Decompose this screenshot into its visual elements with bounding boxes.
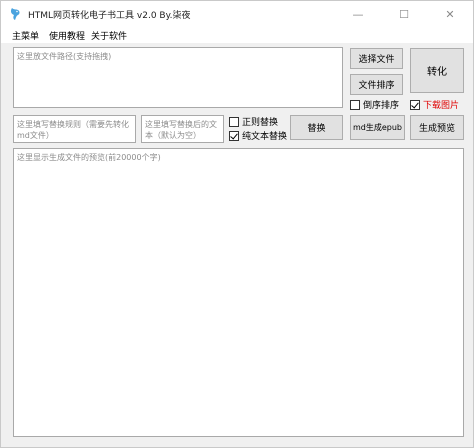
menu-about[interactable]: 关于软件 xyxy=(91,29,127,42)
reverse-sort-label: 倒序排序 xyxy=(363,101,400,111)
generate-preview-button[interactable]: 生成预览 xyxy=(410,115,464,140)
download-images-checkbox[interactable]: 下载图片 xyxy=(410,98,459,111)
regex-replace-checkbox[interactable]: 正则替换 xyxy=(229,115,278,128)
window-title: HTML网页转化电子书工具 v2.0 By.柒夜 xyxy=(28,11,191,21)
preview-placeholder: 这里显示生成文件的预览(前20000个字) xyxy=(17,153,161,162)
download-images-label: 下载图片 xyxy=(423,101,460,111)
menu-tutorial[interactable]: 使用教程 xyxy=(49,29,85,42)
replace-rule-input[interactable]: 这里填写替换规则（需要先转化 md文件） xyxy=(13,115,136,143)
regex-replace-label: 正则替换 xyxy=(242,118,279,128)
maximize-button[interactable]: ☐ xyxy=(381,1,427,27)
close-button[interactable]: ✕ xyxy=(427,1,473,27)
menu-bar: 主菜单 使用教程 关于软件 xyxy=(1,27,473,43)
file-path-placeholder: 这里放文件路径(支持拖拽) xyxy=(17,52,112,61)
regex-replace-box[interactable] xyxy=(229,116,239,127)
md-to-epub-button[interactable]: md生成epub xyxy=(350,115,405,140)
plain-text-replace-checkbox[interactable]: 纯文本替换 xyxy=(229,129,287,142)
app-bird-icon xyxy=(10,8,20,20)
title-bar: HTML网页转化电子书工具 v2.0 By.柒夜 — ☐ ✕ xyxy=(1,1,473,27)
sort-files-button[interactable]: 文件排序 xyxy=(350,74,403,95)
replace-button[interactable]: 替换 xyxy=(290,115,343,140)
app-window: HTML网页转化电子书工具 v2.0 By.柒夜 — ☐ ✕ 主菜单 使用教程 … xyxy=(0,0,474,448)
reverse-sort-checkbox[interactable]: 倒序排序 xyxy=(350,98,399,111)
plain-text-replace-label: 纯文本替换 xyxy=(242,132,288,142)
download-images-box[interactable] xyxy=(410,99,420,110)
file-path-input[interactable]: 这里放文件路径(支持拖拽) xyxy=(13,47,343,108)
replace-with-placeholder: 这里填写替换后的文 本（默认为空） xyxy=(145,120,217,140)
plain-text-replace-box[interactable] xyxy=(229,130,239,141)
convert-button[interactable]: 转化 xyxy=(410,48,464,93)
menu-main[interactable]: 主菜单 xyxy=(12,29,39,42)
replace-with-input[interactable]: 这里填写替换后的文 本（默认为空） xyxy=(141,115,224,143)
minimize-button[interactable]: — xyxy=(335,1,381,27)
replace-rule-placeholder: 这里填写替换规则（需要先转化 md文件） xyxy=(17,120,129,140)
preview-area[interactable]: 这里显示生成文件的预览(前20000个字) xyxy=(13,148,464,437)
select-file-button[interactable]: 选择文件 xyxy=(350,48,403,69)
reverse-sort-box[interactable] xyxy=(350,99,360,110)
